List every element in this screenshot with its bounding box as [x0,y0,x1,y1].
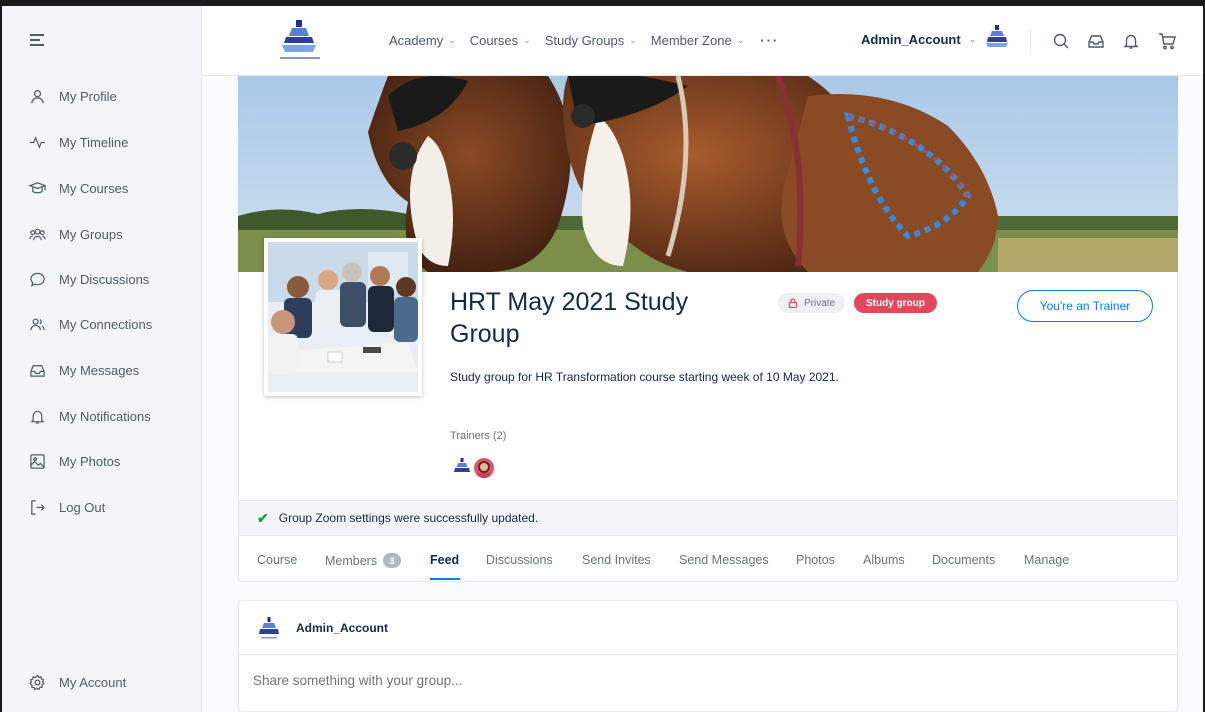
logout-icon [28,498,46,516]
search-icon[interactable] [1052,32,1070,50]
trainer-avatar[interactable] [454,457,470,477]
sidebar-item-label: My Account [59,674,127,690]
nav-courses[interactable]: Courses ⌄ [470,33,531,48]
image-icon [28,452,46,470]
cart-icon[interactable] [1158,32,1176,50]
sidebar-item-label: Log Out [59,499,106,515]
group-tabs: Course Members 3 Feed Discussions Send I… [238,536,1178,582]
sidebar-item-my-discussions[interactable]: My Discussions [28,267,149,291]
notice-text: Group Zoom settings were successfully up… [278,511,539,525]
tab-label: Members [325,553,378,568]
check-icon: ✔ [257,509,269,526]
sidebar-item-my-connections[interactable]: My Connections [28,312,152,336]
trainers-label: Trainers (2) [450,430,507,442]
group-type-badge: Study group [854,293,937,313]
tab-albums[interactable]: Albums [863,553,905,567]
sidebar-item-label: My Connections [59,316,153,332]
inbox-icon[interactable] [1087,32,1105,50]
sidebar-item-label: My Discussions [59,271,150,287]
nav-label: Academy [389,33,444,48]
lock-icon [788,298,798,308]
tab-discussions[interactable]: Discussions [486,553,553,567]
privacy-badge-label: Private [804,297,836,309]
post-composer: Admin_Account [238,600,1178,712]
gear-icon [28,673,46,691]
sidebar-item-label: My Courses [59,180,129,196]
nav-label: Study Groups [544,33,625,48]
bell-icon [28,407,46,425]
role-button[interactable]: You're an Trainer [1017,290,1153,322]
connections-icon [28,315,46,333]
sidebar-item-label: My Messages [59,362,140,378]
sidebar-item-label: My Groups [59,226,123,242]
groups-icon [28,225,46,243]
composer-author-name: Admin_Account [296,621,389,635]
sidebar-item-label: My Profile [59,88,117,104]
avatar [259,616,279,640]
inbox-icon [28,361,46,379]
site-logo[interactable] [274,18,326,64]
account-menu[interactable]: Admin_Account ⌄ [861,32,976,47]
sidebar-item-my-groups[interactable]: My Groups [28,222,123,246]
sidebar-item-label: My Photos [59,453,121,469]
nav-member-zone[interactable]: Member Zone ⌄ [651,33,744,48]
sidebar-item-my-timeline[interactable]: My Timeline [28,130,128,154]
tab-send-messages[interactable]: Send Messages [679,553,769,567]
chevron-down-icon: ⌄ [968,34,977,44]
bell-icon[interactable] [1122,32,1140,50]
header-divider [1030,28,1031,54]
tab-manage[interactable]: Manage [1024,553,1069,567]
avatar[interactable] [985,23,1009,53]
trainer-avatar[interactable] [472,456,496,480]
top-header: Academy ⌄ Courses ⌄ Study Groups ⌄ Member Z… [202,6,1203,76]
chevron-down-icon: ⌄ [523,35,531,45]
sidebar-item-my-notifications[interactable]: My Notifications [28,404,151,428]
sidebar-item-my-courses[interactable]: My Courses [28,176,128,200]
tab-documents[interactable]: Documents [932,553,995,567]
sidebar-item-my-account[interactable]: My Account [28,670,126,694]
chevron-down-icon: ⌄ [629,35,637,45]
sidebar-item-label: My Notifications [59,408,151,424]
privacy-badge: Private [778,293,846,313]
account-name: Admin_Account [861,32,961,47]
chevron-down-icon: ⌄ [736,35,745,45]
graduation-cap-icon [28,179,46,197]
nav-label: Member Zone [650,33,732,48]
chevron-down-icon: ⌄ [448,35,456,45]
activity-icon [28,133,46,151]
success-notice: ✔ Group Zoom settings were successfully … [238,500,1178,536]
members-count-badge: 3 [383,553,402,568]
menu-toggle-icon[interactable] [30,34,44,46]
active-tab-indicator [430,578,460,580]
group-description: Study group for HR Transformation course… [450,370,839,384]
nav-academy[interactable]: Academy ⌄ [389,33,456,48]
composer-header: Admin_Account [239,601,1177,655]
tab-photos[interactable]: Photos [796,553,835,567]
chat-icon [28,270,46,288]
sidebar-item-log-out[interactable]: Log Out [28,495,105,519]
main-nav: Academy ⌄ Courses ⌄ Study Groups ⌄ Member Z… [389,33,793,48]
user-icon [28,87,46,105]
app-window: My Profile My Timeline My Courses My Gro… [2,6,1203,712]
nav-study-groups[interactable]: Study Groups ⌄ [545,33,637,48]
sidebar-item-my-messages[interactable]: My Messages [28,358,139,382]
tab-send-invites[interactable]: Send Invites [582,553,651,567]
sidebar-item-label: My Timeline [59,134,129,150]
post-input[interactable] [253,673,1153,688]
tab-course[interactable]: Course [257,553,297,567]
group-title: HRT May 2021 Study Group [450,288,689,348]
group-avatar-image [264,238,422,396]
nav-label: Courses [469,33,519,48]
nav-more-icon[interactable]: ··· [760,33,779,48]
sidebar: My Profile My Timeline My Courses My Gro… [2,6,202,712]
sidebar-item-my-photos[interactable]: My Photos [28,449,120,473]
tab-members[interactable]: Members 3 [325,553,402,568]
sidebar-item-my-profile[interactable]: My Profile [28,84,117,108]
tab-feed[interactable]: Feed [430,553,459,567]
